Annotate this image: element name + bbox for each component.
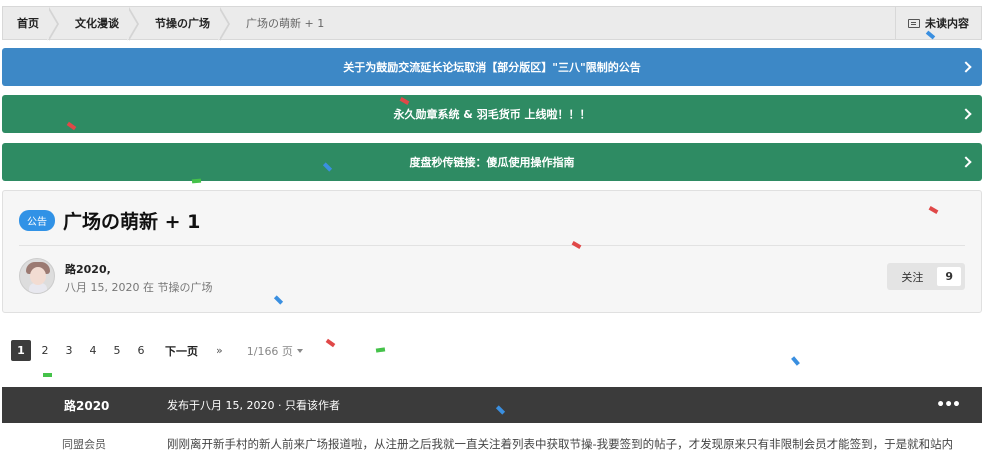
topic-title-row: 公告 广场の萌新 + 1 (19, 207, 200, 234)
follow-count: 9 (937, 267, 961, 286)
topic-tag-badge[interactable]: 公告 (19, 210, 55, 231)
announcement-text-2: 永久勋章系统 & 羽毛货币 上线啦！！！ (393, 108, 591, 121)
chevron-right-icon (960, 108, 972, 120)
follow-label: 关注 (901, 270, 924, 284)
follow-button[interactable]: 关注 9 (887, 263, 965, 290)
page-link-6[interactable]: 6 (131, 340, 151, 361)
confetti-decoration (791, 356, 800, 366)
last-page-button[interactable]: » (216, 344, 223, 357)
announcement-text-1: 关于为鼓励交流延长论坛取消【部分版区】"三八"限制的公告 (343, 61, 641, 74)
page-link-5[interactable]: 5 (107, 340, 127, 361)
page-count-label: 1/166 页 (246, 344, 293, 358)
breadcrumb: 首页 文化漫谈 节操の广场 广场の萌新 + 1 未读内容 (2, 6, 982, 41)
avatar[interactable] (19, 258, 55, 294)
chevron-down-icon (296, 348, 303, 353)
page-count-dropdown[interactable]: 1/166 页 (247, 343, 303, 359)
confetti-decoration (191, 178, 202, 184)
post-author-link[interactable]: 路2020 (64, 397, 109, 414)
breadcrumb-current: 广场の萌新 + 1 (246, 17, 325, 30)
announcement-banner-2[interactable]: 永久勋章系统 & 羽毛货币 上线啦！！！ (2, 95, 982, 133)
confetti-decoration (325, 338, 336, 348)
breadcrumb-plaza[interactable]: 节操の广场 (141, 7, 232, 41)
announcement-banner-1[interactable]: 关于为鼓励交流延长论坛取消【部分版区】"三八"限制的公告 (2, 48, 982, 86)
topic-author-link[interactable]: 路2020, (65, 261, 111, 277)
announcement-banner-3[interactable]: 度盘秒传链接：傻瓜使用操作指南 (2, 143, 982, 181)
confetti-decoration (375, 347, 386, 353)
divider (19, 245, 965, 246)
page-link-1[interactable]: 1 (11, 340, 31, 361)
unread-content-label: 未读内容 (925, 17, 969, 30)
topic-meta: 八月 15, 2020 在 节操の广场 (65, 281, 213, 294)
page-title: 广场の萌新 + 1 (63, 211, 201, 233)
announcement-text-3: 度盘秒传链接：傻瓜使用操作指南 (409, 156, 575, 169)
chevron-right-icon (960, 61, 972, 73)
unread-content-link[interactable]: 未读内容 (895, 7, 981, 39)
inbox-icon (908, 18, 920, 28)
breadcrumb-home[interactable]: 首页 (3, 7, 61, 41)
chevron-right-icon (960, 156, 972, 168)
page-link-2[interactable]: 2 (35, 340, 55, 361)
confetti-decoration (43, 373, 52, 377)
member-role: 同盟会员 (62, 438, 106, 451)
topic-header: 公告 广场の萌新 + 1 路2020, 八月 15, 2020 在 节操の广场 … (2, 190, 982, 313)
pagination: 1 2 3 4 5 6 下一页 » 1/166 页 (11, 340, 303, 361)
post-date: 发布于八月 15, 2020 · 只看该作者 (167, 399, 340, 412)
breadcrumb-culture[interactable]: 文化漫谈 (61, 7, 141, 41)
post-header: 路2020 发布于八月 15, 2020 · 只看该作者 ••• (2, 387, 982, 423)
next-page-button[interactable]: 下一页 (165, 343, 198, 359)
post-body-text: 刚刚离开新手村的新人前来广场报道啦，从注册之后我就一直关注着列表中获取节操-我要… (167, 437, 954, 451)
page-link-4[interactable]: 4 (83, 340, 103, 361)
post-options-icon[interactable]: ••• (936, 397, 961, 413)
page-link-3[interactable]: 3 (59, 340, 79, 361)
